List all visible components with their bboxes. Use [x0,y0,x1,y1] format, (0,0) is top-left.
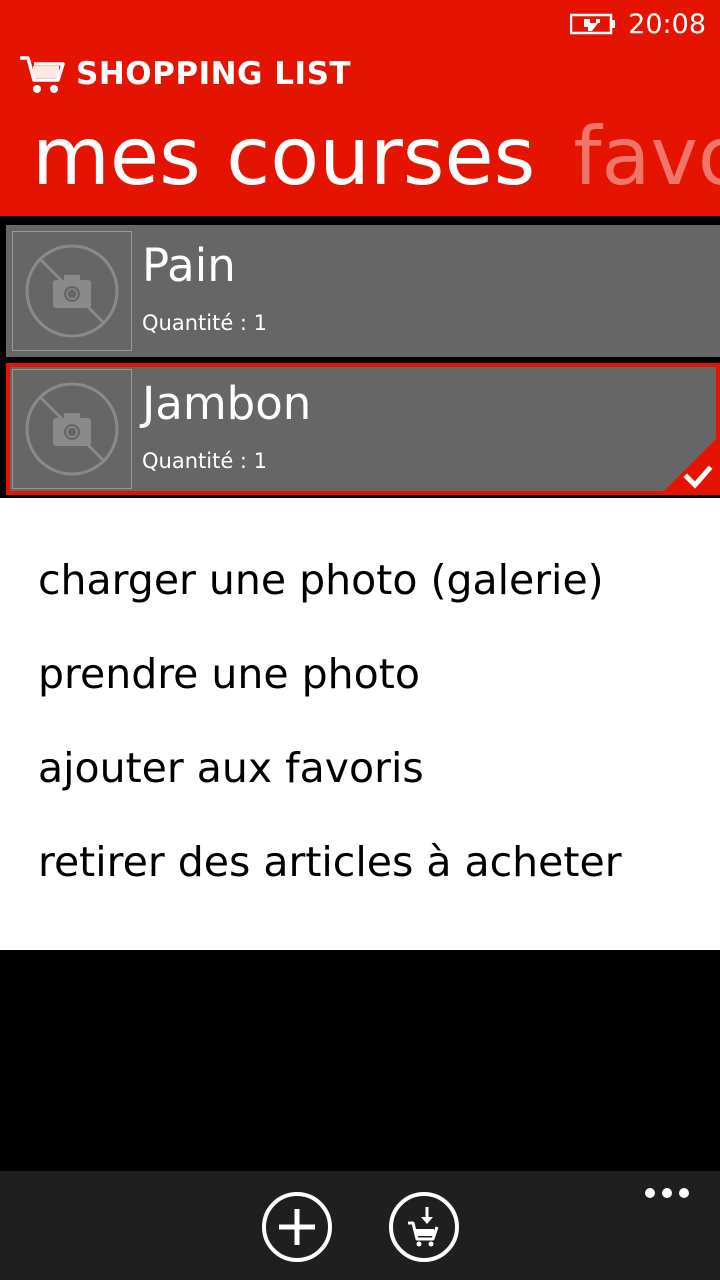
list-item[interactable]: Pain Quantité : 1 [6,225,720,357]
no-photo-icon [12,231,132,351]
app-title-text: SHOPPING LIST [76,56,352,92]
app-bar [0,1171,720,1280]
item-name: Jambon [142,377,312,430]
list-item-selected[interactable]: Jambon Quantité : 1 [6,363,720,495]
shopping-cart-icon [20,56,65,93]
menu-item-remove-items[interactable]: retirer des articles à acheter [38,838,622,886]
item-quantity: Quantité : 1 [142,449,268,473]
app-header: 20:08 SHOPPING LIST mes courses favor [0,0,720,216]
item-quantity: Quantité : 1 [142,311,268,335]
status-bar: 20:08 [570,0,720,48]
add-icon [262,1192,332,1262]
pivot-tab-favoris[interactable]: favor [573,110,720,203]
pivot-tab-mes-courses[interactable]: mes courses [32,110,535,203]
item-name: Pain [142,239,236,292]
cart-download-icon [389,1192,459,1262]
add-button[interactable] [261,1191,333,1263]
more-dots-icon[interactable] [644,1183,690,1203]
app-title: SHOPPING LIST [18,52,351,96]
checkmark-icon [660,435,720,495]
battery-charging-icon [570,13,616,35]
menu-item-add-to-favorites[interactable]: ajouter aux favoris [38,744,424,792]
no-photo-icon [12,369,132,489]
status-time: 20:08 [628,8,706,40]
pivot-header: mes courses favor [32,102,720,212]
cart-download-button[interactable] [388,1191,460,1263]
menu-item-take-photo[interactable]: prendre une photo [38,650,420,698]
menu-item-load-photo-gallery[interactable]: charger une photo (galerie) [38,556,604,604]
shopping-list: Pain Quantité : 1 Jambon Quantité : 1 [0,216,720,498]
context-menu: charger une photo (galerie) prendre une … [0,498,720,950]
